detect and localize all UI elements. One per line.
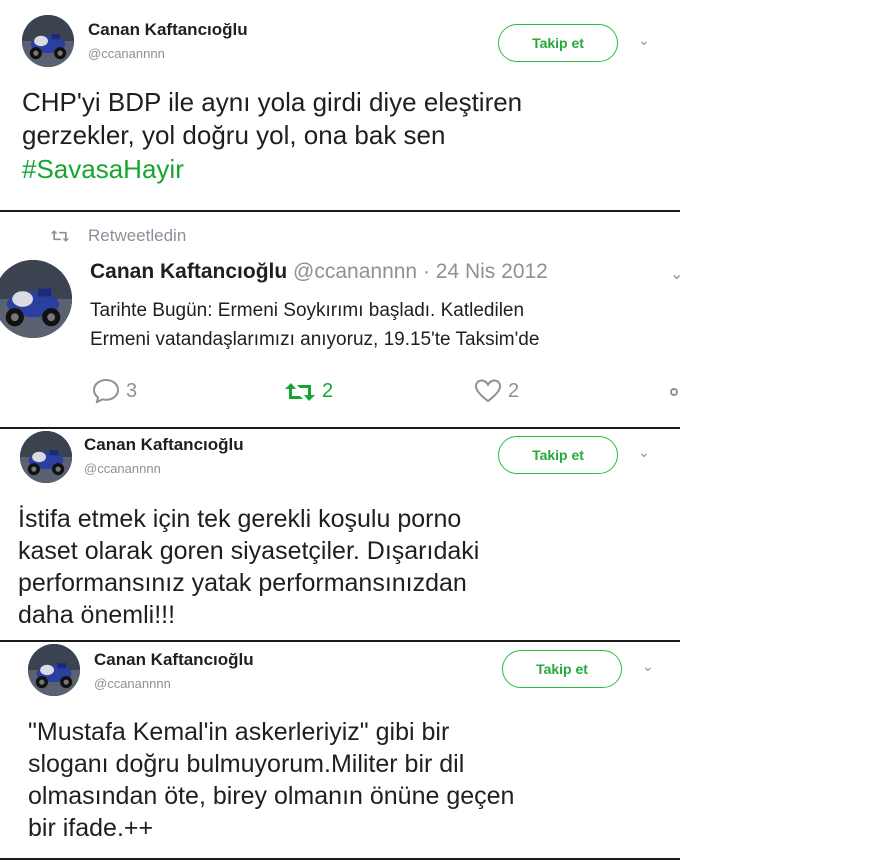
like-count: 2 [508,379,520,402]
tweet-card-2: Retweetledin Canan Kaftancıoğlu @ccanann… [0,212,680,428]
author-name[interactable]: Canan Kaftancıoğlu [94,650,254,670]
tweet-card-3: Canan Kaftancıoğlu @ccanannnn Takip et ⌄… [0,429,680,640]
follow-button[interactable]: Takip et [498,436,618,474]
tweet-text: CHP'yi BDP ile aynı yola girdi diye eleş… [22,86,662,186]
tweet-text-line: performansınız yatak performansınızdan [18,569,467,597]
tweet-text-line: kaset olarak goren siyasetçiler. Dışarıd… [18,537,480,565]
author-handle[interactable]: @ccanannnn [94,676,171,691]
tweet-card-1: Canan Kaftancıoğlu @ccanannnn Takip et ⌄… [0,0,680,210]
author-handle[interactable]: @ccanannnn [293,260,417,283]
avatar-photo [0,260,72,338]
author-name[interactable]: Canan Kaftancıoğlu [90,260,287,283]
tweet-text-line: Ermeni vatandaşlarımızı anıyoruz, 19.15'… [90,329,540,351]
retweet-icon [50,228,70,249]
chevron-down-icon[interactable]: ⌄ [638,444,650,461]
tweet-text-line: sloganı doğru bulmuyorum.Militer bir dil [28,750,465,778]
avatar[interactable] [0,260,72,338]
retweeted-label: Retweetledin [88,226,187,245]
author-name[interactable]: Canan Kaftancıoğlu [88,20,248,40]
avatar-photo [20,431,72,483]
like-icon [474,379,502,403]
tweet-date[interactable]: · 24 Nis 2012 [423,260,548,283]
retweet-button[interactable]: 2 [284,380,333,403]
author-name-line: Canan Kaftancıoğlu @ccanannnn · 24 Nis 2… [90,260,548,284]
tweet-text: "Mustafa Kemal'in askerleriyiz" gibi bir… [28,716,514,844]
author-handle[interactable]: @ccanannnn [84,461,161,476]
follow-button[interactable]: Takip et [502,650,622,688]
avatar-photo [28,644,80,696]
tweet-text: Tarihte Bugün: Ermeni Soykırımı başladı.… [90,296,539,355]
avatar[interactable] [20,431,72,483]
tweet-text-line: "Mustafa Kemal'in askerleriyiz" gibi bir [28,718,450,746]
retweet-icon [285,382,315,401]
tweet-text-line: Tarihte Bugün: Ermeni Soykırımı başladı.… [90,300,525,321]
tweet-text-line: olmasından öte, birey olmanın önüne geçe… [28,782,515,810]
tweet-text-line: daha önemli!!! [18,601,176,629]
avatar[interactable] [28,644,80,696]
retweet-count: 2 [322,380,334,402]
chevron-down-icon[interactable]: ⌄ [642,658,654,675]
like-button[interactable]: 2 [474,378,519,404]
reply-count: 3 [126,379,138,402]
tweet-text-line: gerzekler, yol doğru yol, ona bak sen [22,120,446,151]
tweet-text: İstifa etmek için tek gerekli koşulu por… [18,503,479,631]
tweet-text-line: CHP'yi BDP ile aynı yola girdi diye eleş… [22,87,523,117]
avatar[interactable] [22,15,74,67]
divider [0,858,680,860]
chevron-down-icon[interactable]: ⌄ [638,32,650,49]
author-name[interactable]: Canan Kaftancıoğlu [84,435,244,455]
tweet-text-line: İstifa etmek için tek gerekli koşulu por… [18,505,462,533]
author-handle[interactable]: @ccanannnn [88,46,165,61]
more-icon[interactable] [670,388,678,396]
chevron-down-icon[interactable]: ⌄ [670,264,680,284]
hashtag-link[interactable]: #SavasaHayir [22,153,662,186]
reply-button[interactable]: 3 [92,378,137,404]
avatar-photo [22,15,74,67]
follow-button[interactable]: Takip et [498,24,618,62]
reply-icon [92,378,120,404]
tweet-text-line: bir ifade.++ [28,814,154,842]
tweet-card-4: Canan Kaftancıoğlu @ccanannnn Takip et ⌄… [0,642,680,860]
